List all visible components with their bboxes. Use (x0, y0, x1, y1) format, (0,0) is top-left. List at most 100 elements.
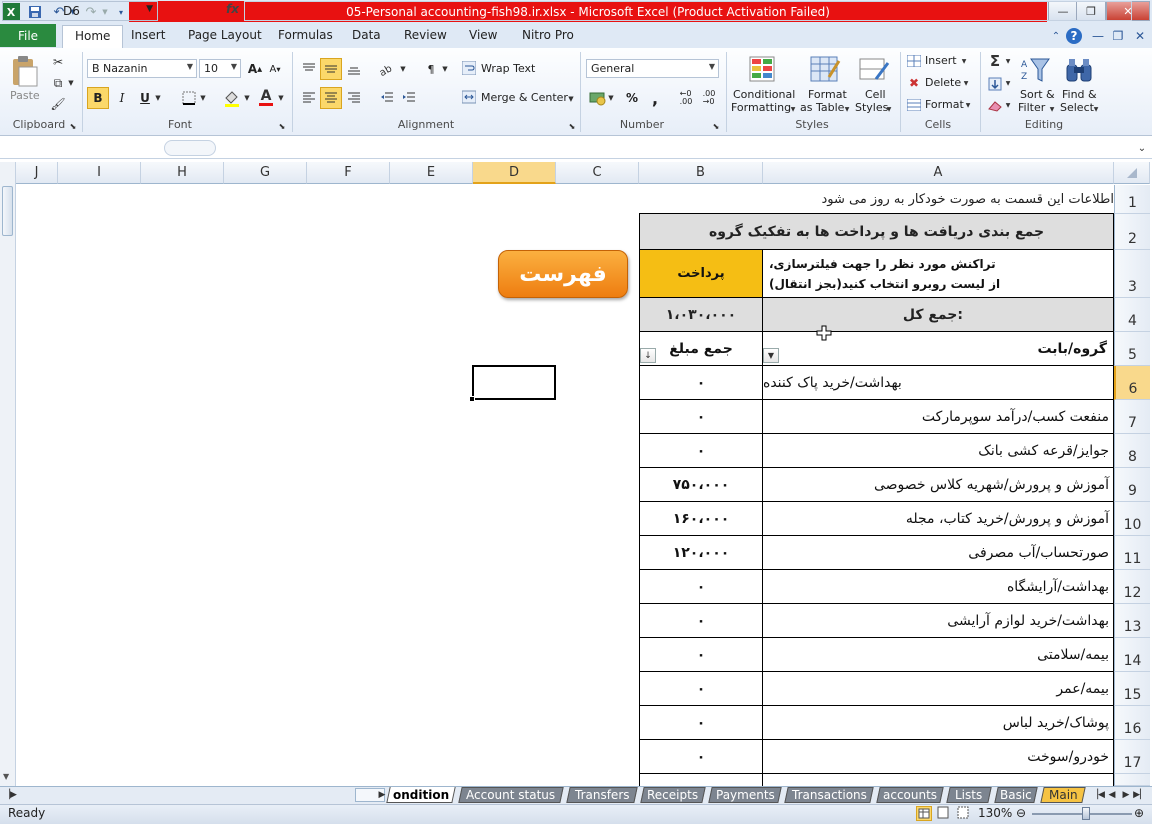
row-header-9[interactable]: 9 (1114, 468, 1150, 502)
row-header-8[interactable]: 8 (1114, 434, 1150, 468)
format-as-table-icon[interactable] (808, 54, 842, 86)
row-header-7[interactable]: 7 (1114, 400, 1150, 434)
font-color-icon[interactable]: A (256, 86, 276, 108)
row-header-4[interactable]: 4 (1114, 298, 1150, 332)
wrap-text-icon[interactable] (461, 60, 477, 76)
restore-workbook-icon[interactable]: ❐ (1110, 28, 1126, 44)
paste-icon[interactable] (8, 54, 40, 88)
filter-dropdown-icon[interactable]: ▼ (763, 348, 779, 363)
borders-dropdown-icon[interactable]: ▼ (198, 92, 208, 104)
sort-filter-label-1[interactable]: Sort & (1020, 88, 1055, 101)
tab-home[interactable]: Home (62, 25, 124, 49)
row-header-1[interactable]: 1 (1114, 185, 1150, 214)
scroll-down-icon[interactable]: ▼ (3, 772, 9, 781)
formula-input[interactable] (244, 1, 1132, 21)
tab-view[interactable]: View (469, 28, 497, 46)
borders-icon[interactable] (180, 89, 198, 107)
row-header-2[interactable]: 2 (1114, 214, 1150, 250)
paste-label[interactable]: Paste (10, 89, 40, 102)
normal-view-icon[interactable] (916, 806, 932, 821)
name-box[interactable]: D6 ▼ (2, 1, 158, 21)
find-select-label-2[interactable]: Select (1060, 101, 1094, 114)
column-header-a[interactable]: A (763, 162, 1114, 184)
minimize-workbook-icon[interactable]: — (1090, 28, 1106, 44)
accounting-format-icon[interactable] (588, 88, 608, 108)
find-select-icon[interactable] (1062, 54, 1096, 86)
format-painter-icon[interactable]: 🖌 (50, 96, 66, 112)
increase-decimal-icon[interactable]: ←0.00 (675, 87, 697, 109)
row-header-5[interactable]: 5 (1114, 332, 1150, 366)
orientation-dropdown-icon[interactable]: ▼ (398, 63, 408, 75)
cell-styles-icon[interactable] (857, 54, 891, 86)
autosum-icon[interactable]: Σ (986, 52, 1004, 70)
wrap-text-button[interactable]: Wrap Text (481, 62, 535, 75)
row-header-3[interactable]: 3 (1114, 250, 1150, 298)
conditional-formatting-label-1[interactable]: Conditional (733, 88, 795, 101)
underline-dropdown-icon[interactable]: ▼ (153, 92, 163, 104)
close-workbook-icon[interactable]: ✕ (1132, 28, 1148, 44)
tab-data[interactable]: Data (352, 28, 381, 46)
sheet-tab-lists[interactable]: Lists (946, 787, 992, 803)
sheet-tab-basic[interactable]: Basic (994, 787, 1038, 803)
text-direction-icon[interactable]: ¶ (420, 58, 442, 80)
orientation-icon[interactable]: ab (376, 58, 398, 80)
row-header-16[interactable]: 16 (1114, 706, 1150, 740)
zoom-in-icon[interactable]: ⊕ (1134, 806, 1144, 820)
tab-file[interactable]: File (0, 24, 56, 47)
sheet-tab-transactions[interactable]: Transactions (784, 787, 874, 803)
align-bottom-icon[interactable] (343, 58, 365, 80)
prev-tab-icon[interactable]: ▶ (1120, 788, 1132, 802)
tab-nitro-pro[interactable]: Nitro Pro (522, 28, 574, 46)
fill-dropdown-icon[interactable]: ▼ (1004, 78, 1012, 88)
font-color-dropdown-icon[interactable]: ▼ (276, 92, 286, 104)
align-right-icon[interactable] (343, 87, 365, 109)
accounting-dropdown-icon[interactable]: ▼ (606, 92, 616, 104)
last-tab-icon[interactable]: ▕◀ (1091, 788, 1105, 802)
tab-review[interactable]: Review (404, 28, 447, 46)
merge-center-button[interactable]: Merge & Center (481, 91, 568, 104)
zoom-slider-thumb[interactable] (1082, 807, 1090, 820)
format-as-table-label-1[interactable]: Format (808, 88, 847, 101)
tab-page-layout[interactable]: Page Layout (188, 28, 262, 46)
alignment-launcher-icon[interactable]: ⬊ (567, 121, 577, 131)
minimize-ribbon-icon[interactable]: ⌃ (1048, 28, 1064, 44)
column-header-i[interactable]: I (58, 162, 141, 184)
row-header-6[interactable]: 6 (1114, 366, 1150, 400)
next-tab-icon[interactable]: ◀ (1106, 788, 1118, 802)
conditional-formatting-icon[interactable] (747, 54, 781, 86)
merge-dropdown-icon[interactable]: ▼ (566, 93, 576, 105)
format-as-table-label-2[interactable]: as Table (800, 101, 844, 114)
sort-filter-icon[interactable]: AZ (1018, 54, 1052, 86)
row-header-14[interactable]: 14 (1114, 638, 1150, 672)
sheet-tab-accounts[interactable]: accounts (876, 787, 944, 803)
menu-button[interactable]: فهرست (498, 250, 628, 298)
last-sheet-icon[interactable]: ▕▶ (3, 788, 17, 802)
copy-dropdown-icon[interactable]: ▼ (66, 75, 76, 91)
page-break-view-icon[interactable] (956, 806, 972, 821)
delete-cells-icon[interactable]: ✖ (906, 76, 922, 90)
row-header-10[interactable]: 10 (1114, 502, 1150, 536)
insert-function-icon[interactable]: fx (226, 2, 239, 16)
cell-styles-label-1[interactable]: Cell (865, 88, 886, 101)
grow-font-button[interactable]: A ▴ (244, 58, 266, 80)
column-header-d[interactable]: D (473, 162, 556, 184)
sort-filter-label-2[interactable]: Filter (1018, 101, 1045, 114)
row-header-17[interactable]: 17 (1114, 740, 1150, 774)
fill-color-icon[interactable] (222, 88, 242, 108)
align-middle-icon[interactable] (320, 58, 342, 80)
bold-button[interactable]: B (87, 87, 109, 109)
insert-cells-icon[interactable] (906, 54, 922, 68)
row-header-13[interactable]: 13 (1114, 604, 1150, 638)
sheet-tab-condition[interactable]: ondition (386, 787, 456, 803)
column-header-h[interactable]: H (141, 162, 224, 184)
formula-bar-handle[interactable] (164, 140, 216, 156)
column-header-g[interactable]: G (224, 162, 307, 184)
insert-cells-button[interactable]: Insert (925, 54, 957, 67)
merge-center-icon[interactable] (461, 89, 477, 105)
first-tab-icon[interactable]: ▶▏ (1133, 788, 1147, 802)
zoom-level[interactable]: 130% (978, 806, 1012, 820)
row-header-12[interactable]: 12 (1114, 570, 1150, 604)
column-header-f[interactable]: F (307, 162, 390, 184)
row-header-11[interactable]: 11 (1114, 536, 1150, 570)
vertical-scrollbar[interactable]: ▼ (0, 162, 16, 786)
